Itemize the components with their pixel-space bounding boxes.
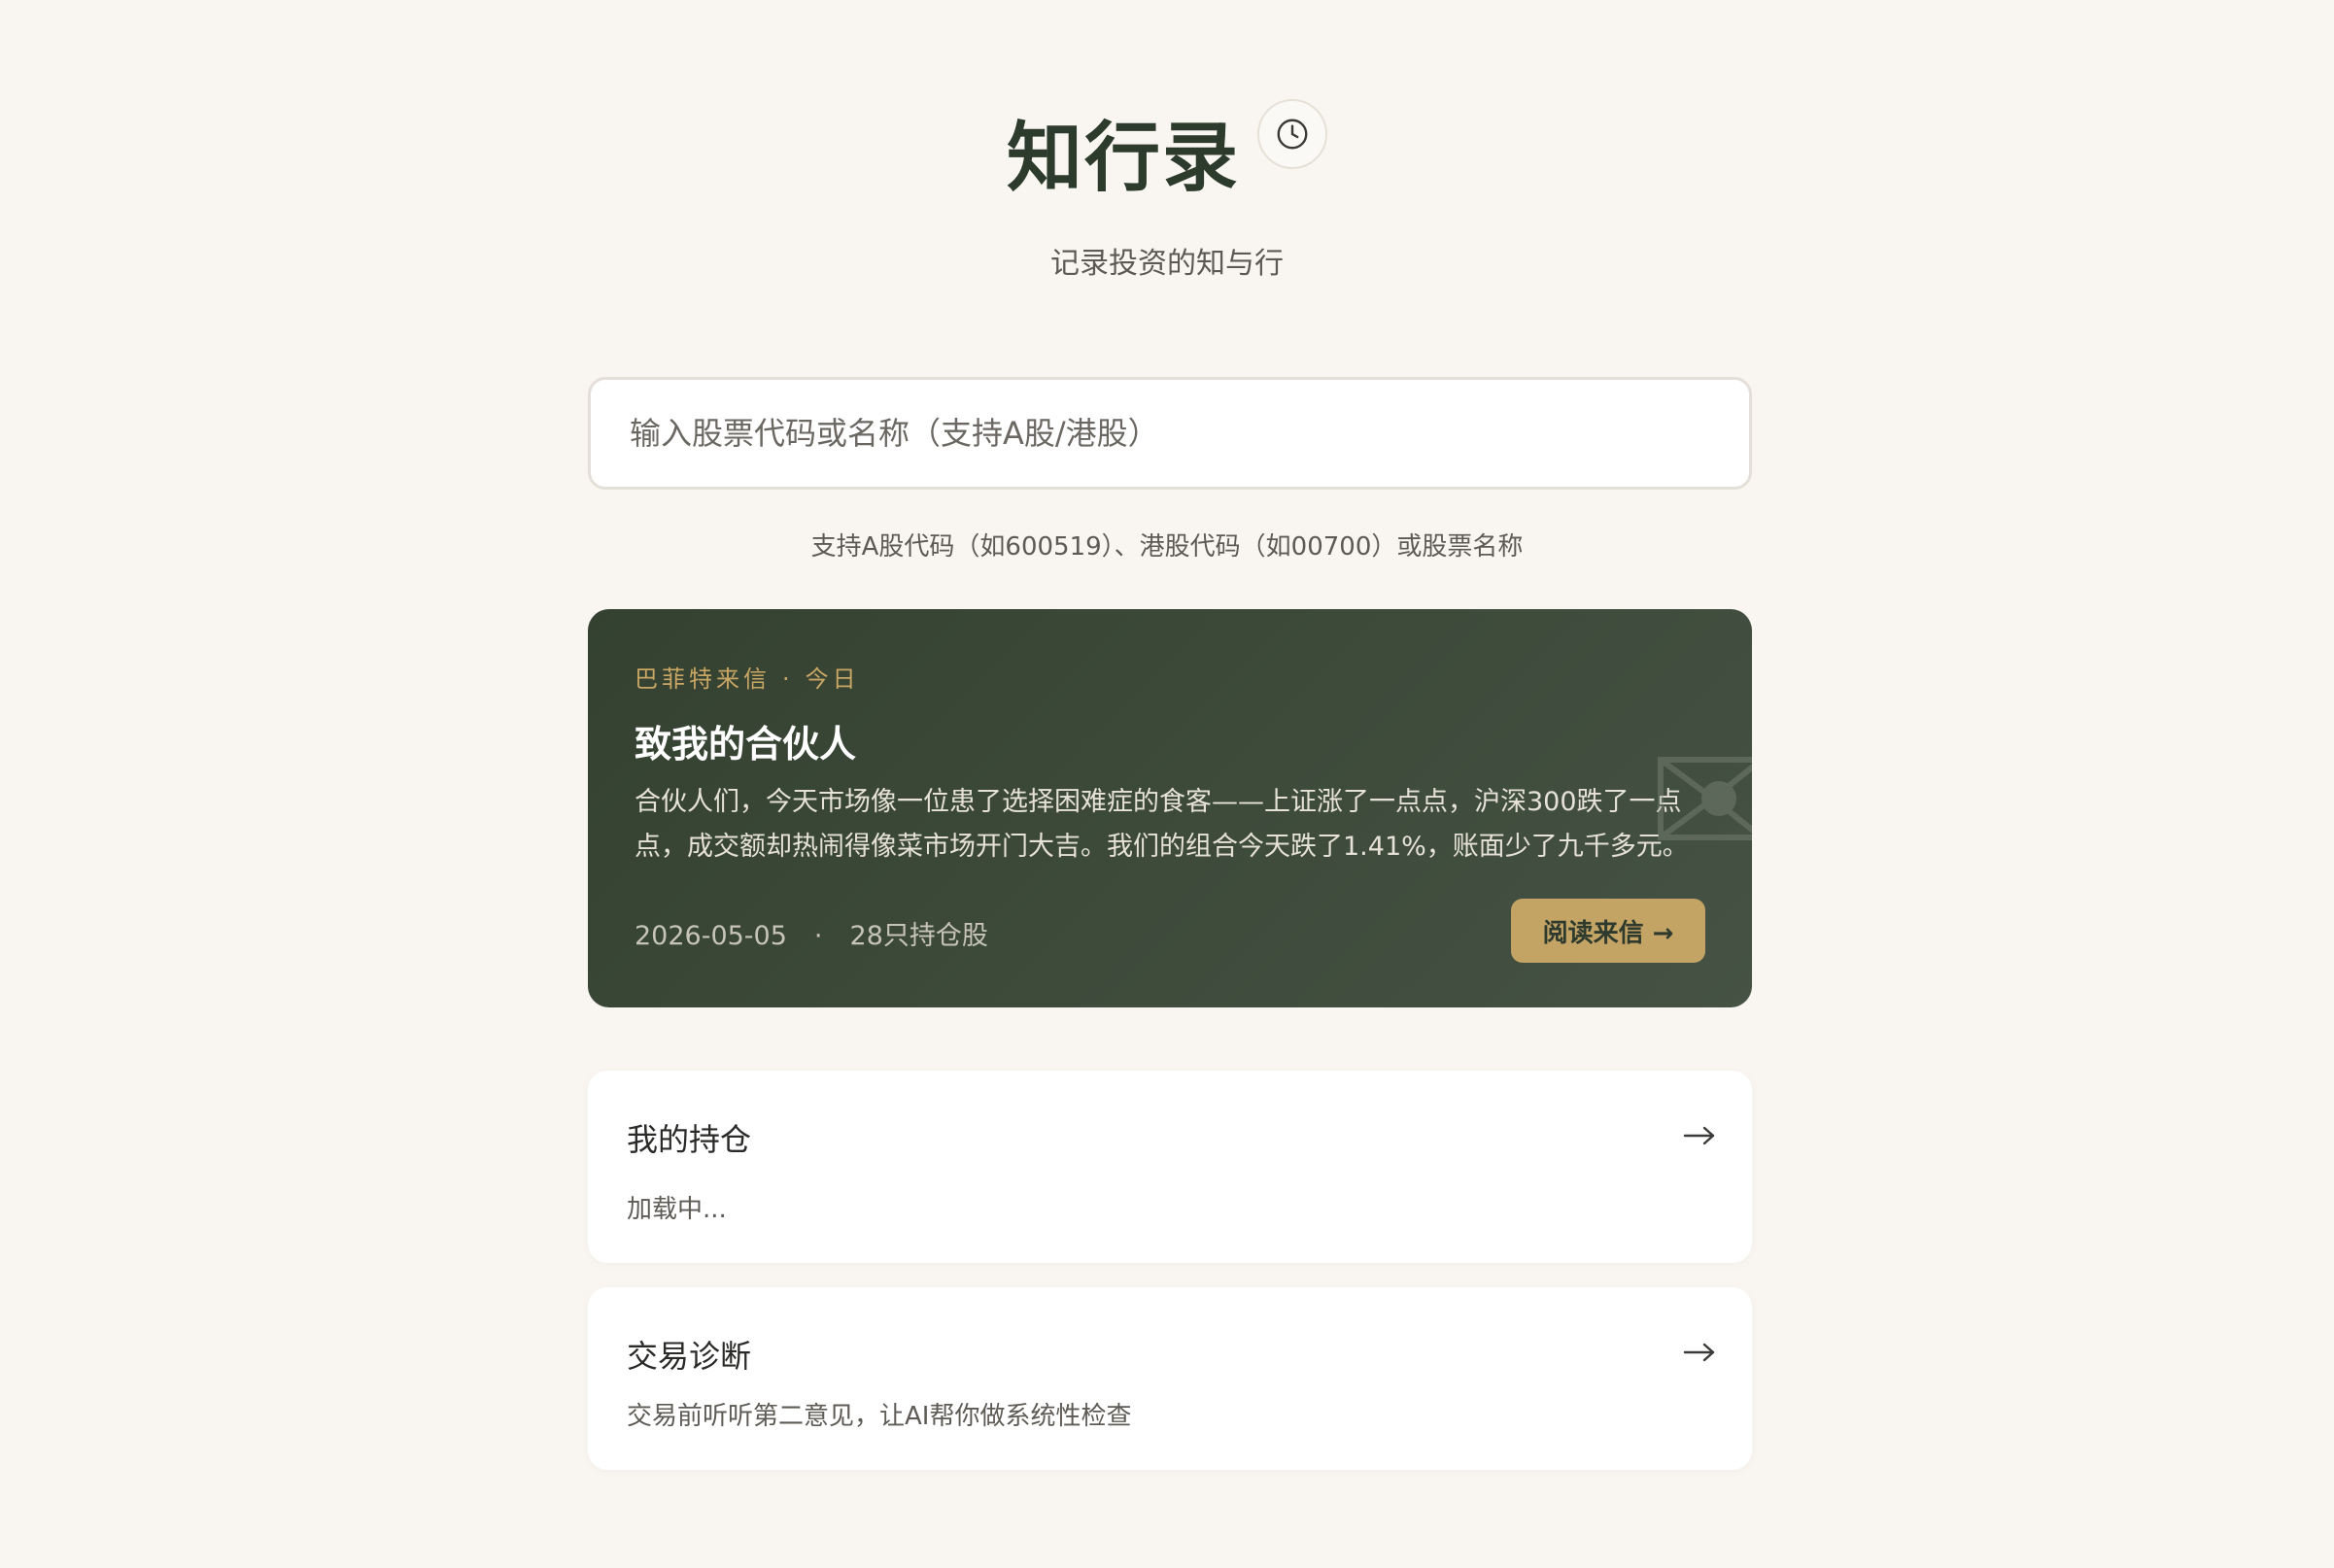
portfolio-title: 我的持仓 [627,1121,752,1158]
header: 知行录 [0,97,2334,206]
envelope-icon [1658,757,1752,840]
page-subtitle: 记录投资的知与行 [1050,247,1284,281]
diagnosis-description: 交易前听听第二意见，让AI帮你做系统性检查 [627,1402,1132,1431]
tag-separator: · [782,665,794,693]
portfolio-card[interactable]: 我的持仓 加载中... [588,1071,1752,1263]
letter-source: 巴菲特来信 [635,665,771,693]
letter-meta: 2026-05-05 · 28只持仓股 [635,914,988,952]
letter-tag: 巴菲特来信 · 今日 [635,660,860,694]
history-button[interactable] [1257,99,1327,169]
diagnosis-title: 交易诊断 [627,1338,752,1375]
title-row: 知行录 [1007,97,1327,206]
page-title: 知行录 [1006,114,1240,202]
portfolio-status: 加载中... [627,1195,727,1224]
search-hint: 支持A股代码（如600519）、港股代码（如00700）或股票名称 [810,532,1524,562]
letter-holdings: 28只持仓股 [849,921,988,951]
arrow-right-icon [1683,1126,1715,1145]
search-input[interactable] [591,380,1749,487]
letter-date: 2026-05-05 [635,921,787,951]
letter-title: 致我的合伙人 [635,722,857,766]
letter-card[interactable]: 巴菲特来信 · 今日 致我的合伙人 合伙人们，今天市场像一位患了选择困难症的食客——… [588,609,1752,1007]
search-box [588,377,1752,490]
home-page: 知行录 记录投资的知与行 支持A股代码（如600519）、港股代码（如00700… [0,0,2334,1568]
meta-separator: · [813,921,823,951]
read-letter-button[interactable]: 阅读来信 → [1511,899,1705,963]
clock-icon [1277,119,1308,150]
letter-excerpt: 合伙人们，今天市场像一位患了选择困难症的食客——上证涨了一点点，沪深300跌了一… [635,787,1689,862]
arrow-right-icon [1683,1343,1715,1362]
trade-diagnosis-card[interactable]: 交易诊断 交易前听听第二意见，让AI帮你做系统性检查 [588,1287,1752,1470]
letter-when: 今日 [805,665,860,693]
